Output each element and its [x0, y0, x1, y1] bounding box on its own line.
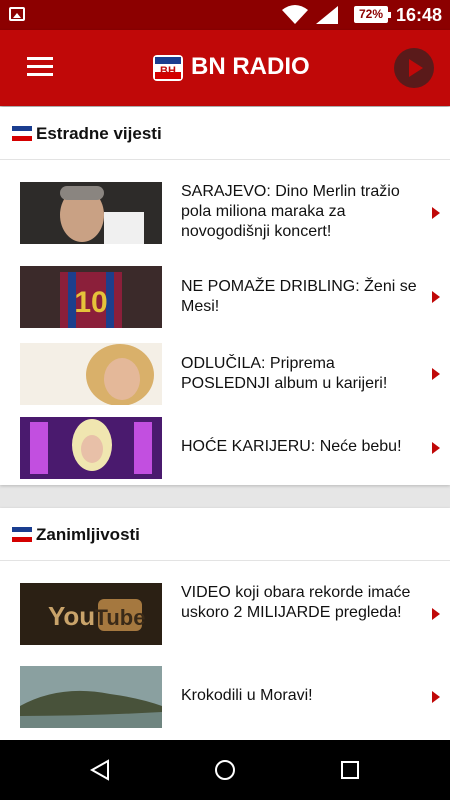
list-item[interactable]: SARAJEVO: Dino Merlin tražio pola milion… [0, 182, 450, 244]
status-bar: 72% 16:48 [0, 0, 450, 30]
chevron-right-icon [432, 442, 440, 454]
article-title: NE POMAŽE DRIBLING: Ženi se Mesi! [181, 278, 417, 315]
list-item[interactable]: 10 NE POMAŽE DRIBLING: Ženi se Mesi! [0, 266, 450, 328]
chevron-right-icon [432, 368, 440, 380]
section-estradne-vijesti: Estradne vijesti SARAJEVO: Dino Merlin t… [0, 107, 450, 485]
bn-logo-icon: BH [153, 55, 183, 81]
list-item[interactable]: You Tube VIDEO koji obara rekorde imaće … [0, 583, 450, 645]
svg-text:Tube: Tube [95, 605, 146, 630]
flag-icon [12, 126, 32, 141]
singer-thumbnail [20, 343, 162, 405]
section-zanimljivosti: Zanimljivosti You Tube VIDEO koji obara … [0, 508, 450, 740]
image-notification-icon [9, 7, 25, 21]
chevron-right-icon [432, 608, 440, 620]
home-icon[interactable] [213, 758, 237, 782]
clock: 16:48 [396, 5, 443, 25]
dino-merlin-thumbnail [20, 182, 162, 244]
chevron-right-icon [432, 291, 440, 303]
section-title: Estradne vijesti [36, 124, 162, 143]
article-title: ODLUČILA: Priprema POSLEDNJI album u kar… [181, 355, 388, 392]
article-title: SARAJEVO: Dino Merlin tražio pola milion… [181, 183, 400, 240]
play-button[interactable] [394, 48, 434, 88]
section-header: Estradne vijesti [0, 107, 450, 160]
messi-thumbnail: 10 [20, 266, 162, 328]
menu-icon[interactable] [27, 57, 53, 77]
youtube-thumbnail: You Tube [20, 583, 162, 645]
navigation-bar [0, 740, 450, 800]
svg-text:10: 10 [74, 286, 107, 319]
recents-icon[interactable] [338, 758, 362, 782]
list-item[interactable]: Krokodili u Moravi! [0, 666, 450, 728]
svg-text:You: You [48, 601, 95, 631]
article-title: Krokodili u Moravi! [181, 687, 313, 704]
section-title: Zanimljivosti [36, 525, 140, 544]
app-title: BN RADIO [191, 53, 310, 80]
chevron-right-icon [432, 207, 440, 219]
article-title: HOĆE KARIJERU: Neće bebu! [181, 438, 402, 455]
crocodile-thumbnail [20, 666, 162, 728]
chevron-right-icon [432, 691, 440, 703]
flag-icon [12, 527, 32, 542]
signal-icon [316, 6, 338, 24]
performer-thumbnail [20, 417, 162, 479]
app-bar: BH BN RADIO [0, 30, 450, 106]
battery-icon: 72% [354, 6, 391, 23]
back-icon[interactable] [88, 758, 112, 782]
list-item[interactable]: HOĆE KARIJERU: Neće bebu! [0, 417, 450, 479]
wifi-icon [282, 5, 308, 24]
list-item[interactable]: ODLUČILA: Priprema POSLEDNJI album u kar… [0, 343, 450, 405]
article-title: VIDEO koji obara rekorde imaće uskoro 2 … [181, 584, 411, 621]
section-header: Zanimljivosti [0, 508, 450, 561]
svg-text:BH: BH [160, 65, 176, 77]
